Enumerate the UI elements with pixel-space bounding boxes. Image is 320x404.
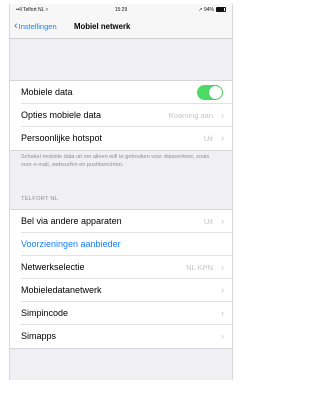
settings-group-mobile-data: Mobiele data Opties mobiele data Roaming… — [10, 80, 232, 151]
chevron-right-icon: › — [221, 216, 224, 226]
row-value: Uit — [203, 134, 213, 143]
battery-icon — [216, 7, 226, 12]
row-value: Uit — [203, 217, 213, 226]
row-label: Persoonlijke hotspot — [21, 133, 103, 143]
navigation-bar: ‹ Instellingen Mobiel netwerk — [10, 16, 232, 39]
chevron-right-icon: › — [221, 262, 224, 272]
battery-percent: ↗ 94% — [198, 7, 214, 13]
row-calls-other-devices[interactable]: Bel via andere apparaten Uit › — [10, 210, 232, 233]
row-label: Bel via andere apparaten — [21, 216, 122, 226]
settings-group-carrier: Bel via andere apparaten Uit › Voorzieni… — [10, 209, 232, 349]
row-value: NL KPN — [186, 263, 213, 272]
mobile-data-footer-note: Schakel mobiele data uit om alleen wifi … — [21, 154, 210, 168]
section-header-carrier: TELFORT NL — [21, 196, 59, 202]
mobile-data-toggle[interactable] — [197, 85, 223, 100]
row-label: Netwerkselectie — [21, 262, 85, 272]
phone-screen: ••ll Telfort NL ▿ 15:29 ↗ 94% ‹ Instelli… — [9, 4, 233, 380]
row-label: Mobiele data — [21, 87, 73, 97]
chevron-right-icon: › — [221, 133, 224, 143]
chevron-right-icon: › — [221, 110, 224, 120]
toggle-knob — [209, 86, 222, 99]
row-sim-apps[interactable]: Simapps › — [10, 325, 232, 348]
back-label: Instellingen — [18, 21, 57, 31]
row-carrier-services[interactable]: Voorzieningen aanbieder — [10, 233, 232, 256]
row-network-selection[interactable]: Netwerkselectie NL KPN › — [10, 256, 232, 279]
back-button[interactable]: ‹ Instellingen — [14, 20, 57, 32]
chevron-left-icon: ‹ — [14, 20, 18, 32]
row-mobile-data: Mobiele data — [10, 81, 232, 104]
row-label: Mobieledatanetwerk — [21, 285, 102, 295]
row-label: Opties mobiele data — [21, 110, 102, 120]
row-personal-hotspot[interactable]: Persoonlijke hotspot Uit › — [10, 127, 232, 150]
row-label: Simpincode — [21, 308, 69, 318]
page-title: Mobiel netwerk — [74, 22, 131, 31]
row-data-options[interactable]: Opties mobiele data Roaming aan › — [10, 104, 232, 127]
chevron-right-icon: › — [221, 285, 224, 295]
row-sim-pin[interactable]: Simpincode › — [10, 302, 232, 325]
carrier-services-link[interactable]: Voorzieningen aanbieder — [21, 239, 121, 249]
chevron-right-icon: › — [221, 308, 224, 318]
chevron-right-icon: › — [221, 331, 224, 341]
row-value: Roaming aan — [168, 111, 213, 120]
status-bar: ••ll Telfort NL ▿ 15:29 ↗ 94% — [10, 4, 232, 16]
row-label: Simapps — [21, 331, 57, 341]
row-mobile-data-network[interactable]: Mobieledatanetwerk › — [10, 279, 232, 302]
